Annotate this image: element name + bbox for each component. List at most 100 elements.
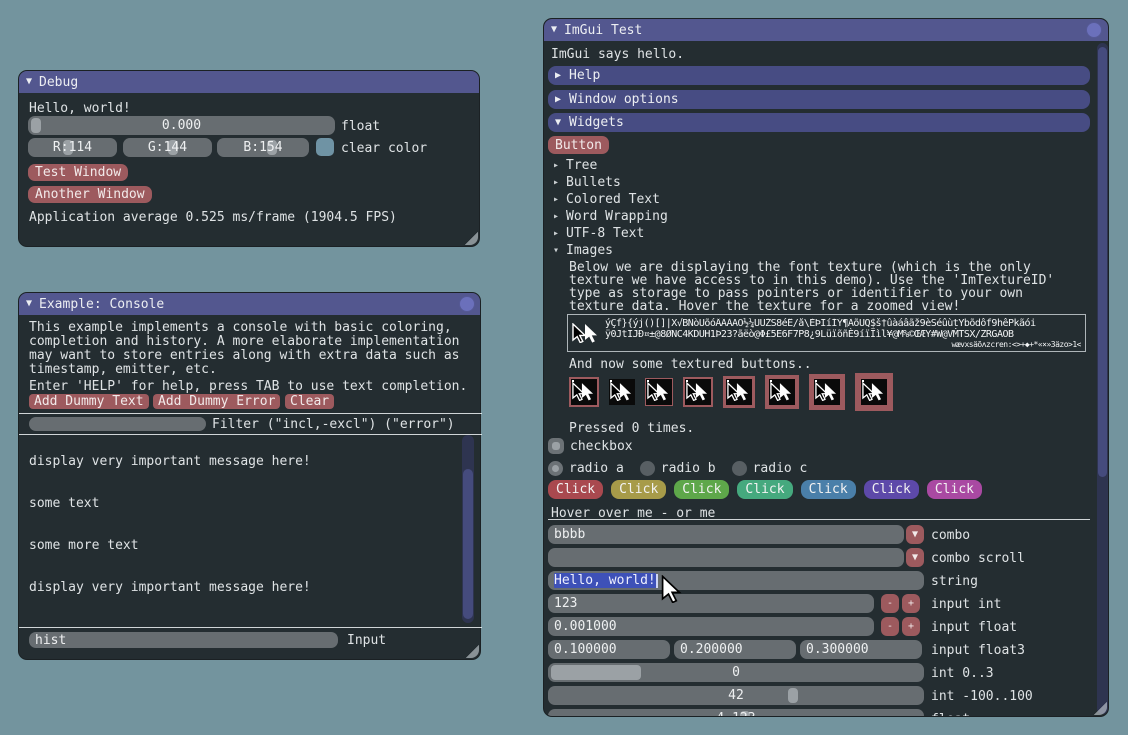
add-dummy-error-button[interactable]: Add Dummy Error bbox=[153, 394, 280, 409]
input-float3-y[interactable]: 0.200000 bbox=[674, 640, 796, 659]
float-slider[interactable]: 0.000 bbox=[28, 116, 335, 135]
string-input[interactable]: Hello, world! bbox=[548, 571, 924, 590]
input-int-field[interactable]: 123 bbox=[548, 594, 874, 613]
image-button[interactable] bbox=[765, 375, 799, 409]
click-button-purple[interactable]: Click bbox=[864, 480, 919, 499]
tree-closed-icon: ▸ bbox=[553, 229, 559, 239]
debug-titlebar[interactable]: ▼ Debug bbox=[19, 71, 479, 93]
tree-node-images[interactable]: ▾ Images bbox=[553, 243, 613, 258]
window-scrollbar[interactable] bbox=[1097, 43, 1108, 714]
int-minus-button[interactable]: - bbox=[881, 594, 899, 613]
resize-grip[interactable] bbox=[465, 644, 479, 658]
desktop: { "icons": { "collapse_open": "▼", "coll… bbox=[0, 0, 1128, 735]
image-button[interactable] bbox=[569, 377, 599, 407]
header-help[interactable]: ▶ Help bbox=[548, 66, 1090, 85]
close-button[interactable] bbox=[1086, 22, 1102, 38]
tree-node-word-wrapping[interactable]: ▸ Word Wrapping bbox=[553, 209, 668, 224]
combo-scroll-field[interactable] bbox=[548, 548, 904, 567]
clear-color-label: clear color bbox=[341, 141, 427, 156]
float-plus-button[interactable]: + bbox=[902, 617, 920, 636]
collapse-icon[interactable]: ▼ bbox=[26, 299, 32, 309]
blue-slider-value: B:154 bbox=[217, 140, 309, 155]
click-button-magenta[interactable]: Click bbox=[927, 480, 982, 499]
log-line: some text bbox=[29, 497, 311, 511]
image-button[interactable] bbox=[723, 376, 755, 408]
radio-a[interactable] bbox=[548, 461, 563, 476]
blue-slider[interactable]: B:154 bbox=[217, 138, 309, 157]
clear-button[interactable]: Clear bbox=[285, 394, 334, 409]
image-button[interactable] bbox=[855, 373, 893, 411]
image-button[interactable] bbox=[609, 379, 635, 405]
console-command-input[interactable]: hist bbox=[29, 632, 338, 648]
chevron-right-icon: ▶ bbox=[555, 71, 561, 81]
window-scrollbar-thumb[interactable] bbox=[1098, 47, 1107, 477]
input-float3-x[interactable]: 0.100000 bbox=[548, 640, 670, 659]
header-widgets[interactable]: ▼ Widgets bbox=[548, 113, 1090, 132]
red-slider[interactable]: R:114 bbox=[28, 138, 117, 157]
console-log-area[interactable]: display very important message here! som… bbox=[19, 435, 482, 623]
filter-input[interactable] bbox=[29, 417, 206, 431]
imgui-hello-text: ImGui says hello. bbox=[551, 47, 684, 62]
button-widget[interactable]: Button bbox=[548, 136, 609, 154]
click-button-teal[interactable]: Click bbox=[737, 480, 792, 499]
image-button[interactable] bbox=[645, 378, 673, 406]
click-button-red[interactable]: Click bbox=[548, 480, 603, 499]
console-titlebar[interactable]: ▼ Example: Console bbox=[19, 293, 480, 315]
collapse-icon[interactable]: ▼ bbox=[551, 25, 557, 35]
chevron-right-icon: ▶ bbox=[555, 95, 561, 105]
clear-color-swatch[interactable] bbox=[316, 138, 334, 156]
tree-node-label: UTF-8 Text bbox=[566, 226, 644, 241]
log-scrollbar[interactable] bbox=[462, 435, 474, 623]
int-plus-button[interactable]: + bbox=[902, 594, 920, 613]
console-intro-text: This example implements a console with b… bbox=[29, 321, 459, 377]
click-button-yellow[interactable]: Click bbox=[611, 480, 666, 499]
imgui-titlebar[interactable]: ▼ ImGui Test bbox=[544, 19, 1108, 41]
input-float3-label: input float3 bbox=[931, 643, 1025, 658]
int-range-slider[interactable]: 42 bbox=[548, 686, 924, 705]
resize-grip[interactable] bbox=[464, 231, 478, 245]
separator bbox=[19, 627, 482, 628]
fps-stats-text: Application average 0.525 ms/frame (1904… bbox=[29, 210, 397, 225]
combo-arrow-button[interactable]: ▼ bbox=[906, 525, 924, 544]
int-0-3-slider[interactable]: 0 bbox=[548, 663, 924, 682]
images-description-text: Below we are displaying the font texture… bbox=[569, 261, 1054, 313]
image-button[interactable] bbox=[683, 377, 713, 407]
green-slider[interactable]: G:144 bbox=[123, 138, 212, 157]
image-buttons-row bbox=[569, 369, 893, 415]
red-slider-value: R:114 bbox=[28, 140, 117, 155]
combo-scroll-arrow-button[interactable]: ▼ bbox=[906, 548, 924, 567]
checkbox[interactable] bbox=[548, 438, 564, 454]
add-dummy-text-button[interactable]: Add Dummy Text bbox=[29, 394, 149, 409]
header-label: Help bbox=[569, 68, 600, 83]
input-float3-z[interactable]: 0.300000 bbox=[800, 640, 922, 659]
tree-node-tree[interactable]: ▸ Tree bbox=[553, 158, 597, 173]
tree-node-colored-text[interactable]: ▸ Colored Text bbox=[553, 192, 660, 207]
combo-field[interactable]: bbbb bbox=[548, 525, 904, 544]
image-button[interactable] bbox=[809, 374, 845, 410]
console-log-lines: display very important message here! som… bbox=[29, 435, 311, 623]
string-label: string bbox=[931, 574, 978, 589]
tree-node-bullets[interactable]: ▸ Bullets bbox=[553, 175, 621, 190]
font-texture-image[interactable]: ýÇf}{ýj()[]|X√BÑòÙõóÂÃÀÄÒ½¼ÙÚŽŠ8éÊ/å\ÈÞÏ… bbox=[567, 314, 1086, 352]
log-line: display very important message here! bbox=[29, 455, 311, 469]
tree-node-utf8-text[interactable]: ▸ UTF-8 Text bbox=[553, 226, 644, 241]
header-label: Window options bbox=[569, 92, 679, 107]
click-button-green[interactable]: Click bbox=[674, 480, 729, 499]
radio-c[interactable] bbox=[732, 461, 747, 476]
header-window-options[interactable]: ▶ Window options bbox=[548, 90, 1090, 109]
collapse-icon[interactable]: ▼ bbox=[26, 77, 32, 87]
pressed-count-text: Pressed 0 times. bbox=[569, 421, 694, 436]
float-minus-button[interactable]: - bbox=[881, 617, 899, 636]
float-range-slider[interactable]: 4.123 bbox=[548, 709, 924, 717]
radio-row: radio a radio b radio c bbox=[548, 461, 807, 476]
test-window-button[interactable]: Test Window bbox=[28, 164, 128, 181]
another-window-button[interactable]: Another Window bbox=[28, 186, 152, 203]
input-float-field[interactable]: 0.001000 bbox=[548, 617, 874, 636]
radio-b[interactable] bbox=[640, 461, 655, 476]
int-range-label: int -100..100 bbox=[931, 689, 1033, 704]
tree-closed-icon: ▸ bbox=[553, 212, 559, 222]
click-button-blue[interactable]: Click bbox=[801, 480, 856, 499]
log-scrollbar-thumb[interactable] bbox=[463, 469, 473, 619]
tree-node-label: Images bbox=[566, 243, 613, 258]
close-button[interactable] bbox=[459, 296, 475, 312]
